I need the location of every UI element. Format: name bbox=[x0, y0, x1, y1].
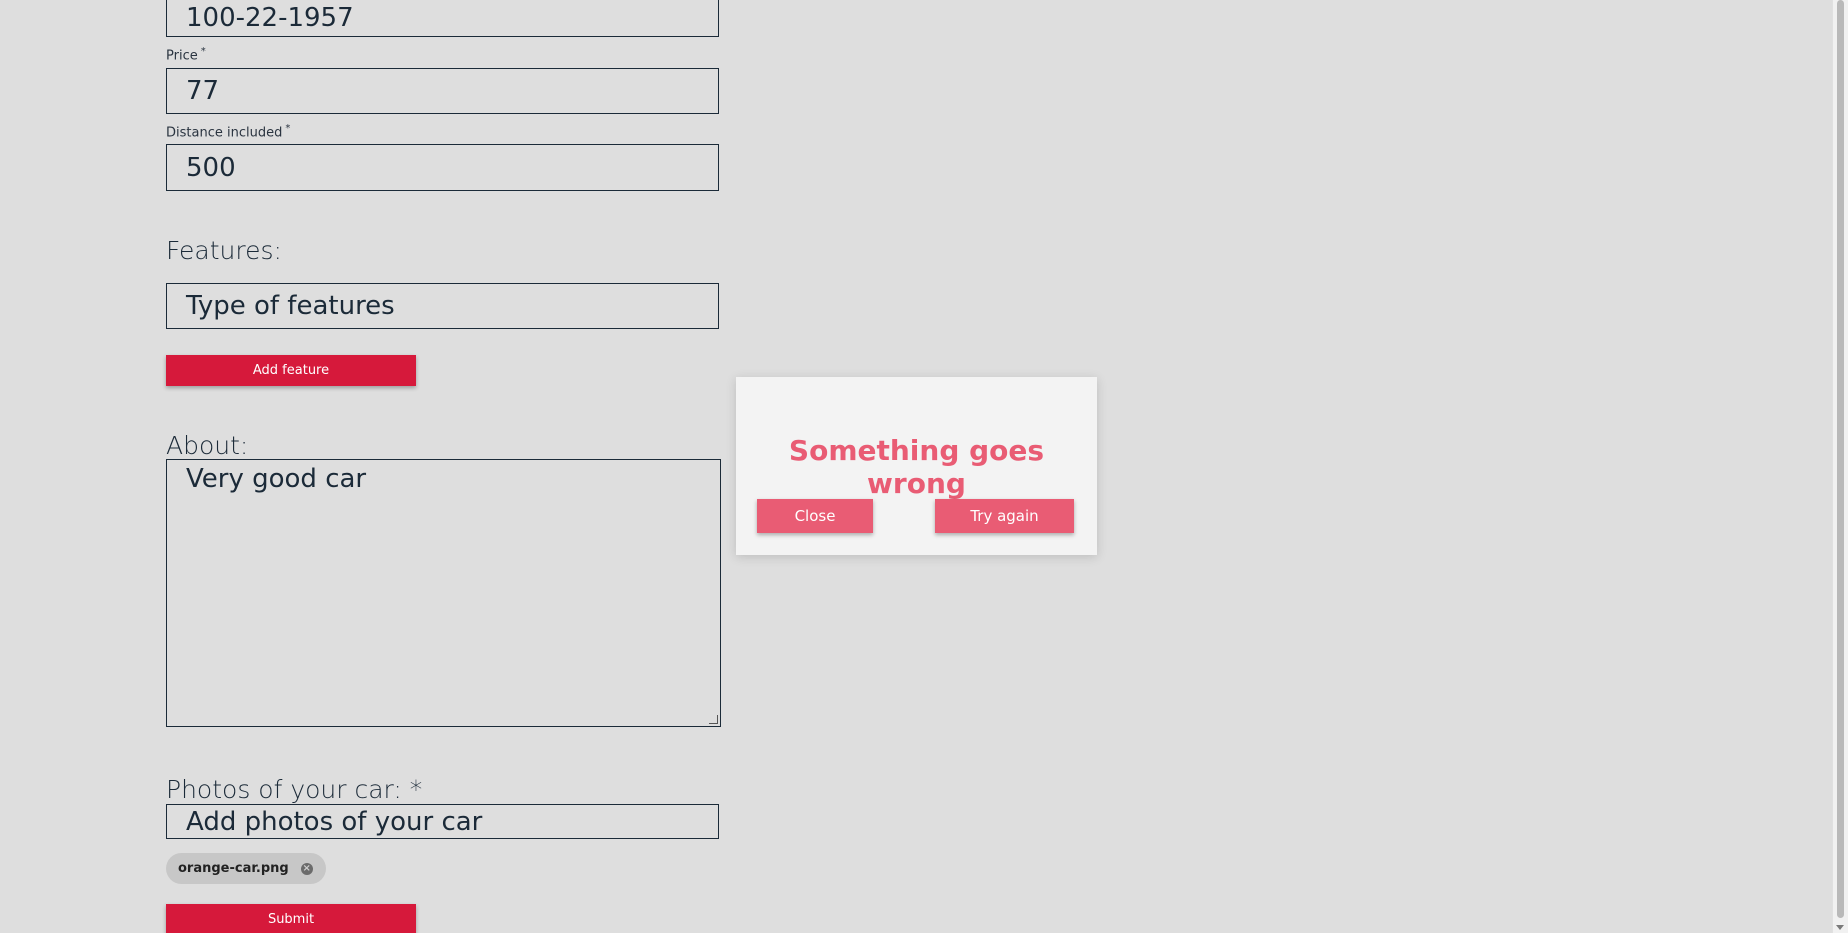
price-label-text: Price bbox=[166, 48, 198, 64]
price-input[interactable]: 77 bbox=[166, 68, 719, 114]
about-label: About: bbox=[166, 431, 249, 460]
try-again-button[interactable]: Try again bbox=[935, 499, 1074, 533]
date-field[interactable]: 100-22-1957 bbox=[166, 0, 719, 37]
photos-placeholder: Add photos of your car bbox=[186, 806, 483, 837]
close-button-label: Close bbox=[794, 507, 836, 525]
add-feature-button[interactable]: Add feature bbox=[166, 355, 416, 386]
scroll-down-arrow-icon[interactable] bbox=[1836, 925, 1844, 930]
about-value: Very good car bbox=[186, 464, 367, 494]
try-again-button-label: Try again bbox=[970, 507, 1039, 525]
features-placeholder: Type of features bbox=[186, 291, 395, 321]
resize-grip-icon[interactable] bbox=[709, 715, 718, 724]
distance-input[interactable]: 500 bbox=[166, 144, 719, 191]
date-field-value: 100-22-1957 bbox=[186, 2, 354, 33]
add-feature-label: Add feature bbox=[252, 363, 330, 378]
about-textarea[interactable]: Very good car bbox=[166, 459, 721, 727]
close-icon[interactable]: × bbox=[300, 862, 313, 875]
page: 100-22-1957 Price * 77 Distance included *… bbox=[0, 0, 1848, 933]
photo-chip: orange-car.png × bbox=[166, 853, 326, 884]
close-button[interactable]: Close bbox=[757, 499, 873, 533]
modal-title: Something goes wrong bbox=[788, 434, 1045, 500]
error-modal: Something goes wrong Close Try again bbox=[736, 377, 1097, 555]
scrollbar-thumb[interactable] bbox=[1837, 0, 1844, 918]
distance-value: 500 bbox=[186, 152, 236, 183]
price-value: 77 bbox=[186, 76, 220, 106]
price-label: Price * bbox=[166, 46, 206, 63]
photos-label: Photos of your car: * bbox=[166, 775, 423, 804]
price-required-mark: * bbox=[200, 46, 206, 57]
photo-chip-label: orange-car.png bbox=[178, 861, 289, 876]
distance-required-mark: * bbox=[285, 123, 291, 134]
submit-button[interactable]: Submit bbox=[166, 904, 416, 933]
distance-label-text: Distance included bbox=[166, 125, 283, 141]
features-input[interactable]: Type of features bbox=[166, 283, 719, 329]
scrollbar[interactable] bbox=[1832, 0, 1848, 933]
distance-label: Distance included * bbox=[166, 123, 290, 140]
submit-label: Submit bbox=[267, 912, 315, 927]
features-label: Features: bbox=[166, 236, 282, 265]
photos-input[interactable]: Add photos of your car bbox=[166, 804, 719, 839]
